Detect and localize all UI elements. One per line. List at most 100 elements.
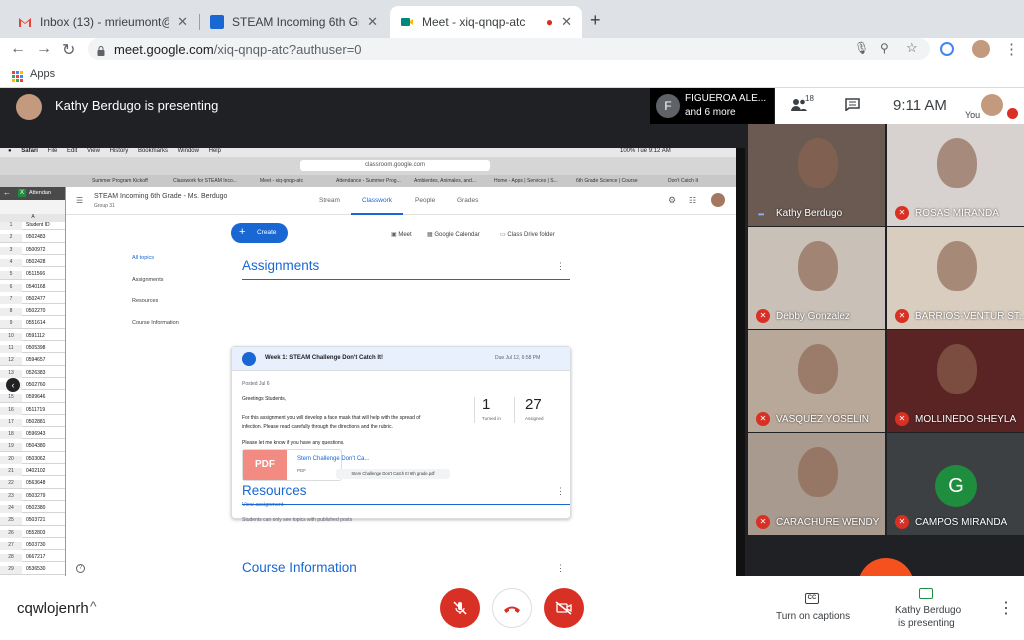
sheet-row: 15 0599646	[0, 394, 65, 403]
close-icon[interactable]: ✕	[177, 14, 188, 30]
more-icon: ⋮	[556, 563, 565, 573]
mic-off-icon: ✕	[895, 515, 909, 529]
sheet-row: 23 0503279	[0, 492, 65, 501]
row-number: 18	[0, 431, 22, 440]
close-icon[interactable]: ✕	[367, 14, 378, 30]
folder-icon: ▭	[500, 232, 506, 238]
camera-off-icon	[555, 601, 573, 619]
row-number: 7	[0, 295, 22, 304]
tab-classroom[interactable]: STEAM Incoming 6th Grade - M ✕	[200, 6, 388, 38]
classroom-header: ☰ STEAM Incoming 6th Grade - Ms. Berdugo…	[66, 187, 736, 215]
participant-chip[interactable]: F FIGUEROA ALE... and 6 more	[650, 88, 774, 124]
shared-safari-tabs: Summer Program Kickoff Classwork for STE…	[0, 175, 745, 187]
back-arrow-icon: ←	[3, 188, 11, 197]
sheet-row: 16 0511719	[0, 406, 65, 415]
participant-tile[interactable]: G ✕ CAMPOS MIRANDA	[887, 433, 1024, 535]
participant-face	[798, 241, 838, 291]
browser-menu-icon[interactable]: ⋮	[1004, 40, 1019, 58]
participant-tile[interactable]: ✕ MOLLINEDO SHEYLA	[887, 330, 1024, 432]
self-mic-off-icon	[1007, 108, 1018, 119]
mac-menu-item: Safari	[21, 148, 38, 154]
participant-chip-name: FIGUEROA ALE...	[685, 93, 767, 104]
cell-value: 0503730	[26, 541, 46, 548]
participant-grid: ••• Kathy Berdugo ✕ ROSAS MIRANDA ✕ Debby Gon…	[748, 124, 1024, 614]
sheet-row: 10 0591112	[0, 332, 65, 342]
cell-value: 0667217	[26, 554, 46, 561]
more-options-icon[interactable]: ⋮	[998, 598, 1014, 618]
participant-tile[interactable]: ✕ VASQUEZ YOSELIN	[748, 330, 885, 432]
cell-value: 0402102	[26, 468, 46, 474]
microphone-icon[interactable]: 🎙	[854, 41, 869, 55]
row-number: 13	[0, 369, 22, 378]
sheet-row: 6 0540168	[0, 283, 65, 292]
row-number: 24	[0, 504, 22, 513]
profile-avatar[interactable]	[972, 40, 990, 58]
captions-label: Turn on captions	[776, 611, 851, 622]
omnibox[interactable]: meet.google.com/xiq-qnqp-atc?authuser=0 …	[88, 38, 930, 60]
mic-off-icon: ✕	[895, 206, 909, 220]
sheet-row: 27 0503730	[0, 541, 65, 551]
present-screen-icon	[919, 588, 933, 599]
cell-value: 0552803	[26, 529, 46, 536]
cell-value: 0503721	[26, 517, 46, 524]
reload-icon[interactable]: ↻	[62, 40, 75, 60]
participant-name: BARRIOS-VENTUR ST...	[915, 311, 1024, 322]
leave-call-button[interactable]	[492, 588, 532, 628]
star-icon[interactable]: ☆	[906, 40, 918, 56]
mic-toggle-button[interactable]	[440, 588, 480, 628]
chat-icon[interactable]	[845, 98, 860, 113]
view-assignment-link: View assignment	[242, 502, 284, 508]
back-arrow-icon[interactable]: ←	[10, 40, 26, 58]
address-bar-row: ← → ↻ meet.google.com/xiq-qnqp-atc?authu…	[0, 38, 1024, 62]
presenting-label: is presenting	[898, 618, 955, 629]
meet-icon	[400, 15, 414, 29]
tab-gmail[interactable]: Inbox (13) - mrieumont@mccs ✕	[8, 6, 198, 38]
clock: 9:11 AM	[893, 97, 947, 114]
participant-tile[interactable]: ••• Kathy Berdugo	[748, 124, 885, 226]
assignment-title: Week 1: STEAM Challenge Don't Catch It!	[265, 355, 383, 361]
forward-arrow-icon[interactable]: →	[36, 40, 52, 58]
row-number: 28	[0, 554, 22, 563]
pdf-thumbnail: PDF	[243, 450, 287, 480]
topic-course-information: Course Information	[132, 320, 179, 326]
row-number: 4	[0, 258, 22, 267]
sheet-row: 25 0503721	[0, 517, 65, 526]
presenting-label: Kathy Berdugo	[895, 605, 962, 616]
divider	[474, 397, 475, 423]
tab-title: Meet - xiq-qnqp-atc	[422, 15, 526, 29]
link-label: Google Calendar	[434, 232, 480, 238]
tab-meet[interactable]: Meet - xiq-qnqp-atc ● ✕	[390, 6, 582, 38]
extension-icon[interactable]	[940, 42, 954, 56]
close-icon[interactable]: ✕	[561, 14, 572, 30]
participant-face	[937, 241, 977, 291]
participant-tile[interactable]: ✕ CARACHURE WENDY	[748, 433, 885, 535]
cell-value: 0502483	[26, 234, 46, 241]
row-number: 1	[0, 222, 22, 230]
apps-bookmark[interactable]: Apps	[30, 68, 55, 80]
divider	[242, 279, 570, 280]
participant-name: VASQUEZ YOSELIN	[776, 414, 869, 425]
participant-tile[interactable]: ✕ BARRIOS-VENTUR ST...	[887, 227, 1024, 329]
speaking-icon: •••	[758, 210, 764, 219]
sheet-row: 26 0552803	[0, 529, 65, 538]
divider	[514, 397, 515, 423]
camera-toggle-button[interactable]	[544, 588, 584, 628]
calendar-icon: ▦	[427, 232, 433, 238]
chevron-left-icon: ‹	[6, 378, 20, 392]
sheet-toolbar	[0, 200, 65, 214]
assigned-label: Assigned	[525, 416, 544, 421]
posted-date: Posted Jul 6	[242, 381, 270, 387]
row-number: 8	[0, 308, 22, 317]
sheet-row: 22 0563648	[0, 480, 65, 489]
link-label: Class Drive folder	[507, 232, 555, 238]
mac-menu-item: Edit	[67, 148, 78, 154]
sheet-row: 3 0500972	[0, 246, 65, 255]
hang-up-icon	[503, 601, 521, 618]
zoom-icon[interactable]: ⚲	[880, 41, 889, 55]
meeting-code[interactable]: cqwlojenrh	[17, 600, 89, 617]
apps-grid-icon: ☷	[689, 196, 697, 205]
chevron-up-icon[interactable]: ^	[90, 598, 97, 614]
new-tab-button[interactable]: +	[590, 10, 601, 31]
participant-tile[interactable]: ✕ ROSAS MIRANDA	[887, 124, 1024, 226]
participant-tile[interactable]: ✕ Debby Gonzalez	[748, 227, 885, 329]
